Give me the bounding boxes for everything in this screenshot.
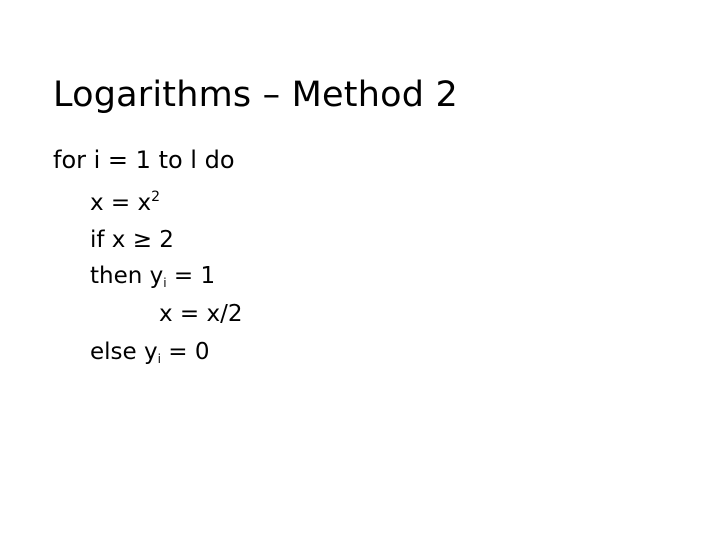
else-line: else yi = 0 [90, 338, 209, 366]
halve-assignment-line: x = x/2 [159, 301, 243, 327]
line-text: = 1 [166, 263, 216, 289]
square-assignment-line: x = x2 [90, 189, 160, 217]
exponent: 2 [151, 189, 161, 205]
line-text: = 0 [160, 339, 210, 365]
if-condition-line: if x ≥ 2 [90, 227, 174, 253]
for-loop-line: for i = 1 to l do [53, 146, 235, 174]
line-text: then y [90, 263, 164, 289]
then-line: then yi = 1 [90, 262, 215, 290]
line-text: x = x [90, 190, 152, 216]
line-text: else y [90, 339, 158, 365]
slide-title: Logarithms – Method 2 [53, 75, 458, 115]
